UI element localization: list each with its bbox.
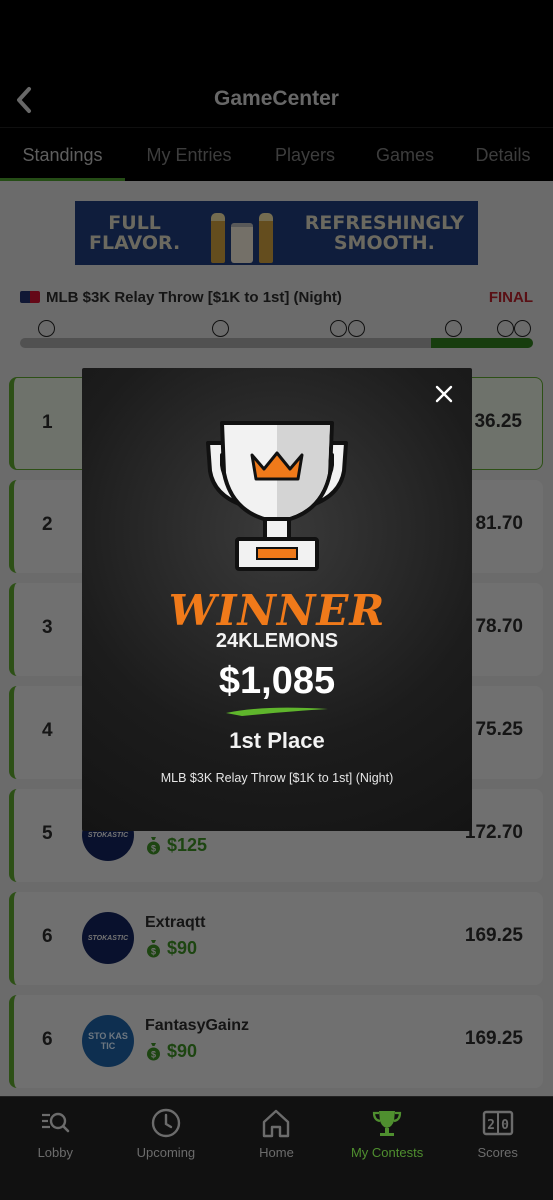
winner-username: 24KLEMONS	[215, 630, 339, 652]
nav-home[interactable]: Home	[221, 1097, 332, 1200]
trophy-icon	[372, 1111, 402, 1136]
close-icon	[435, 385, 453, 403]
trophy-icon	[206, 421, 348, 571]
bottom-nav: Lobby Upcoming Home My Contests 20 Score…	[0, 1096, 553, 1200]
home-icon	[263, 1109, 290, 1138]
svg-text:2: 2	[487, 1118, 495, 1133]
scoreboard-icon: 20	[482, 1110, 513, 1136]
close-button[interactable]	[430, 380, 458, 408]
nav-my-contests[interactable]: My Contests	[332, 1097, 443, 1200]
brush-underline	[226, 707, 328, 716]
nav-upcoming[interactable]: Upcoming	[111, 1097, 222, 1200]
winner-place: 1st Place	[229, 728, 325, 753]
lobby-search-icon	[42, 1112, 70, 1133]
winner-modal: WINNER 24KLEMONS $1,085 1st Place MLB $3…	[82, 368, 472, 831]
winner-prize: $1,085	[218, 660, 336, 702]
winner-contest-name: MLB $3K Relay Throw [$1K to 1st] (Night)	[160, 771, 394, 785]
clock-icon	[151, 1108, 181, 1138]
nav-lobby[interactable]: Lobby	[0, 1097, 111, 1200]
svg-text:0: 0	[501, 1118, 509, 1133]
nav-scores[interactable]: 20 Scores	[442, 1097, 553, 1200]
winner-headline: WINNER	[168, 586, 386, 635]
